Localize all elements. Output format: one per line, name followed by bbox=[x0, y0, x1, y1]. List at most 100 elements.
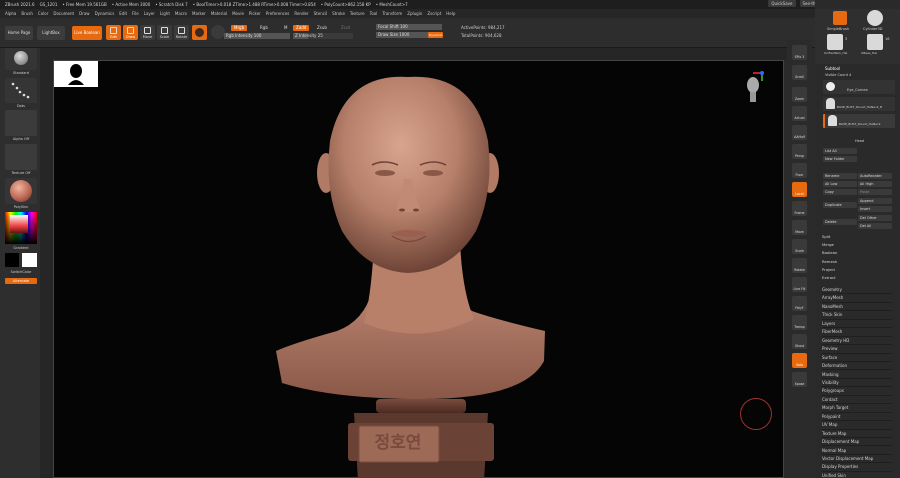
menu-zplugin[interactable]: Zplugin bbox=[407, 11, 422, 16]
menu-material[interactable]: Material bbox=[211, 11, 227, 16]
duplicate-button[interactable]: Duplicate bbox=[823, 202, 857, 208]
menu-help[interactable]: Help bbox=[446, 11, 455, 16]
rgb-intensity-slider[interactable]: Rgb Intensity 100 bbox=[224, 33, 290, 39]
menu-movie[interactable]: Movie bbox=[232, 11, 244, 16]
menu-draw[interactable]: Draw bbox=[79, 11, 89, 16]
subpalette-surface[interactable]: Surface bbox=[822, 354, 892, 362]
lightbox-button[interactable]: LightBox bbox=[37, 26, 65, 40]
menu-picker[interactable]: Picker bbox=[249, 11, 261, 16]
paste-button[interactable]: Paste bbox=[858, 189, 892, 195]
menu-document[interactable]: Document bbox=[53, 11, 74, 16]
all-low-button[interactable]: All Low bbox=[823, 181, 857, 187]
subpalette-morph-target[interactable]: Morph Target bbox=[822, 404, 892, 413]
subpalette-geometry[interactable]: Geometry bbox=[822, 286, 892, 295]
subtool-item[interactable]: BASE_BUST_Round_HeNeck_B bbox=[823, 97, 895, 111]
switch-color-label[interactable]: SwitchColor bbox=[5, 270, 37, 274]
tool-local[interactable]: Local bbox=[792, 182, 807, 197]
tool-scroll[interactable]: Scroll bbox=[792, 65, 807, 80]
subpalette-preview[interactable]: Preview bbox=[822, 345, 892, 354]
navigation-gizmo[interactable] bbox=[740, 69, 770, 109]
subpalette-normal-map[interactable]: Normal Map bbox=[822, 447, 892, 455]
ubase-icon[interactable] bbox=[867, 34, 883, 50]
tool-xpose[interactable]: Xpose bbox=[792, 372, 807, 387]
rename-button[interactable]: Rename bbox=[823, 173, 857, 179]
menu-light[interactable]: Light bbox=[160, 11, 170, 16]
menu-zscript[interactable]: Zscript bbox=[427, 11, 441, 16]
subpalette-thick-skin[interactable]: Thick Skin bbox=[822, 311, 892, 320]
tool-aahalf[interactable]: AAHalf bbox=[792, 125, 807, 140]
subpalette-unified-skin[interactable]: Unified Skin bbox=[822, 472, 892, 478]
m-toggle[interactable]: M bbox=[281, 25, 290, 31]
subtool-item-active[interactable]: BASE_BUST_Round_HeNeck bbox=[823, 114, 895, 128]
scale-button[interactable]: Scale bbox=[157, 25, 172, 40]
tool-floor[interactable]: Floor bbox=[792, 163, 807, 178]
tool-ghost[interactable]: Ghost bbox=[792, 334, 807, 349]
menu-edit[interactable]: Edit bbox=[119, 11, 127, 16]
unified-skin-icon[interactable] bbox=[827, 34, 843, 50]
tool-line-fill[interactable]: Line Fill bbox=[792, 277, 807, 292]
menu-render[interactable]: Render bbox=[294, 11, 308, 16]
boolean-button[interactable]: Boolean bbox=[822, 249, 892, 257]
menu-stroke[interactable]: Stroke bbox=[332, 11, 345, 16]
menu-dynamics[interactable]: Dynamics bbox=[95, 11, 115, 16]
tool-solo[interactable]: Solo bbox=[792, 353, 807, 368]
home-page-button[interactable]: Home Page bbox=[5, 26, 33, 40]
menu-color[interactable]: Color bbox=[38, 11, 48, 16]
subpalette-polypaint[interactable]: Polypaint bbox=[822, 413, 892, 422]
document-canvas[interactable]: 정호연 bbox=[53, 60, 784, 478]
delete-button[interactable]: Delete bbox=[823, 219, 857, 225]
menu-texture[interactable]: Texture bbox=[350, 11, 365, 16]
insert-button[interactable]: Insert bbox=[858, 206, 892, 212]
all-high-button[interactable]: All High bbox=[858, 181, 892, 187]
menu-layer[interactable]: Layer bbox=[144, 11, 155, 16]
tool-frame[interactable]: Frame bbox=[792, 201, 807, 216]
subpalette-polygroups[interactable]: Polygroups bbox=[822, 387, 892, 396]
list-all-button[interactable]: List All bbox=[823, 148, 857, 154]
del-all-button[interactable]: Del All bbox=[858, 223, 892, 229]
menu-brush[interactable]: Brush bbox=[21, 11, 33, 16]
subpalette-display-properties[interactable]: Display Properties bbox=[822, 463, 892, 472]
color-picker[interactable] bbox=[5, 212, 37, 244]
subtool-item[interactable]: Eye_Cornea bbox=[823, 80, 895, 94]
quicksave-button[interactable]: QuickSave bbox=[768, 0, 796, 7]
menu-macro[interactable]: Macro bbox=[175, 11, 187, 16]
color-picker-square[interactable] bbox=[10, 215, 28, 233]
brush-selector[interactable] bbox=[5, 48, 37, 70]
mrgb-toggle[interactable]: Mrgb bbox=[231, 25, 248, 31]
subpalette-nanomesh[interactable]: NanoMesh bbox=[822, 303, 892, 312]
auto-reorder-button[interactable]: AutoReorder bbox=[858, 173, 892, 179]
extract-button[interactable]: Extract bbox=[822, 274, 892, 282]
draw-button[interactable]: Draw bbox=[123, 25, 138, 40]
tool-rotate[interactable]: Rotate bbox=[792, 258, 807, 273]
subpalette-displacement-map[interactable]: Displacement Map bbox=[822, 438, 892, 447]
menu-tool[interactable]: Tool bbox=[370, 11, 378, 16]
subpalette-layers[interactable]: Layers bbox=[822, 320, 892, 329]
secondary-color-swatch[interactable] bbox=[22, 253, 37, 267]
append-button[interactable]: Append bbox=[858, 198, 892, 204]
subpalette-fibermesh[interactable]: FiberMesh bbox=[822, 328, 892, 337]
live-boolean-button[interactable]: Live Boolean bbox=[72, 26, 102, 40]
tool-zoom[interactable]: Zoom bbox=[792, 87, 807, 102]
tool-actual[interactable]: Actual bbox=[792, 106, 807, 121]
subpalette-geometry-hd[interactable]: Geometry HD bbox=[822, 337, 892, 346]
cylinder3d-icon[interactable] bbox=[867, 10, 883, 26]
tool-move[interactable]: Move bbox=[792, 220, 807, 235]
subpalette-deformation[interactable]: Deformation bbox=[822, 362, 892, 371]
simple-brush-icon[interactable] bbox=[833, 11, 847, 25]
tool-transp[interactable]: Transp bbox=[792, 315, 807, 330]
stroke-selector[interactable] bbox=[5, 78, 37, 103]
zadd-toggle[interactable]: Zadd bbox=[293, 25, 310, 31]
menu-marker[interactable]: Marker bbox=[192, 11, 206, 16]
subtool-header[interactable]: Subtool bbox=[825, 66, 840, 71]
subpalette-visibility[interactable]: Visibility bbox=[822, 379, 892, 388]
rotate-button[interactable]: Rotate bbox=[174, 25, 189, 40]
tool-persp[interactable]: Persp bbox=[792, 144, 807, 159]
alpha-selector[interactable] bbox=[5, 110, 37, 136]
subpalette-arraymesh[interactable]: ArrayMesh bbox=[822, 294, 892, 303]
subtool-head-label[interactable]: Head bbox=[855, 139, 864, 143]
tool-spix-3[interactable]: SPix 3 bbox=[792, 45, 807, 60]
visible-count[interactable]: Visible Count 4 bbox=[825, 73, 851, 77]
del-other-button[interactable]: Del Other bbox=[858, 215, 892, 221]
subpalette-vector-displacement-map[interactable]: Vector Displacement Map bbox=[822, 455, 892, 464]
texture-selector[interactable] bbox=[5, 144, 37, 170]
